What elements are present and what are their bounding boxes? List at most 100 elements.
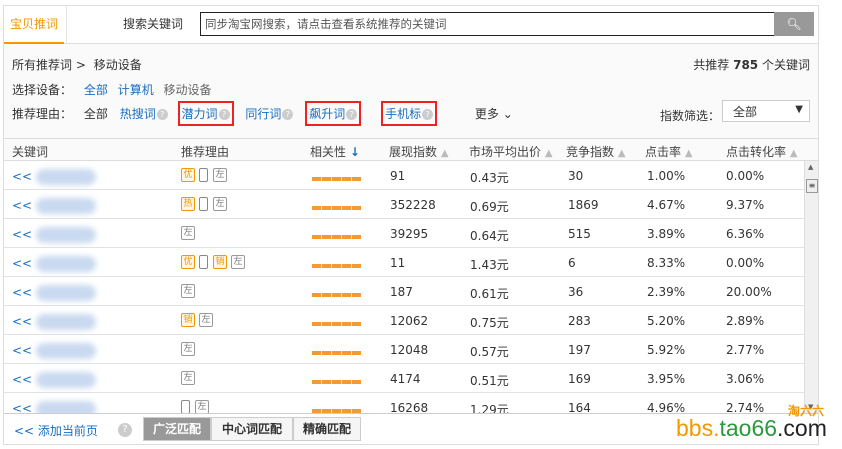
help-icon[interactable]: ? xyxy=(282,109,294,120)
add-keyword-link[interactable]: << xyxy=(12,285,97,301)
center-word-match-button[interactable]: 中心词匹配 xyxy=(211,417,293,441)
scroll-thumb[interactable]: ≡ xyxy=(806,179,818,193)
help-icon[interactable]: ? xyxy=(346,109,358,120)
index-filter-select[interactable]: 全部 ▼ xyxy=(722,100,810,122)
add-keyword-link[interactable]: << xyxy=(12,227,97,243)
help-icon[interactable]: ? xyxy=(156,109,168,120)
col-cvr[interactable]: 点击转化率 ▲ xyxy=(726,143,798,160)
mobile-icon xyxy=(199,196,208,211)
reason-tag: 优 xyxy=(181,254,195,269)
add-keyword-link[interactable]: << xyxy=(12,343,97,359)
keyword-blurred xyxy=(36,372,97,388)
competition-value: 6 xyxy=(568,256,576,270)
scroll-up-icon[interactable]: ▲ xyxy=(808,163,813,171)
tab-item-recommend[interactable]: 宝贝推词 xyxy=(4,6,64,44)
col-label: 竞争指数 xyxy=(566,145,615,159)
add-keyword-link[interactable]: << xyxy=(12,198,97,214)
reason-tags: 优 销左 xyxy=(181,254,249,269)
breadcrumb-root[interactable]: 所有推荐词 > xyxy=(12,58,86,72)
price-value: 1.29元 xyxy=(470,403,509,413)
price-value: 0.69元 xyxy=(470,200,509,214)
price-value: 0.57元 xyxy=(470,345,509,359)
add-keyword-link[interactable]: << xyxy=(12,256,97,272)
cvr-value: 2.74% xyxy=(726,401,765,413)
col-exposure[interactable]: 展现指数 ▲ xyxy=(389,143,449,160)
search-input[interactable]: 同步淘宝网搜索，请点击查看系统推荐的关键词 xyxy=(200,12,775,36)
search-button[interactable]: 🔍︎ xyxy=(774,12,814,36)
device-computer[interactable]: 计算机 xyxy=(118,83,154,97)
competition-value: 197 xyxy=(568,343,591,357)
col-label: 相关性 xyxy=(310,145,347,159)
filter-area: 所有推荐词 > 移动设备 共推荐 785 个关键词 选择设备： 全部 计算机 移… xyxy=(4,44,818,138)
reason-tag: 左 xyxy=(231,254,245,269)
tab-search-keywords[interactable]: 搜索关键词 xyxy=(66,6,192,44)
reason-tag: 左 xyxy=(199,312,213,327)
add-keyword-link[interactable]: << xyxy=(12,169,97,185)
price-value: 0.61元 xyxy=(470,287,509,301)
breadcrumb: 所有推荐词 > 移动设备 xyxy=(12,56,142,73)
exposure-value: 91 xyxy=(390,169,406,183)
add-keyword-link[interactable]: << xyxy=(12,314,97,330)
ctr-value: 2.39% xyxy=(647,285,686,299)
reason-tag: 销 xyxy=(213,254,227,269)
sort-up-icon: ▲ xyxy=(789,148,798,159)
price-value: 0.75元 xyxy=(470,316,509,330)
reason-hot[interactable]: 热搜词 xyxy=(120,107,156,121)
reason-tag: 左 xyxy=(181,370,195,385)
col-competition[interactable]: 竞争指数 ▲ xyxy=(566,143,626,160)
col-price[interactable]: 市场平均出价 ▲ xyxy=(469,143,553,160)
add-arrow: << xyxy=(12,285,33,300)
price-value: 0.51元 xyxy=(470,374,509,388)
sort-up-icon: ▲ xyxy=(617,148,626,159)
col-relevance[interactable]: 相关性 ↓ xyxy=(310,143,360,160)
device-mobile[interactable]: 移动设备 xyxy=(164,83,212,97)
add-keyword-link[interactable]: << xyxy=(12,372,97,388)
reason-tag: 左 xyxy=(195,399,209,413)
reason-mobile[interactable]: 手机标 xyxy=(385,107,421,121)
table-row: << 热左 352228 0.69元 1869 4.67% 9.37% xyxy=(4,190,804,219)
reason-peer[interactable]: 同行词 xyxy=(245,107,281,121)
more-button[interactable]: 更多 ⌄ xyxy=(475,107,513,121)
col-reason: 推荐理由 xyxy=(181,145,230,159)
device-all[interactable]: 全部 xyxy=(84,83,108,97)
keyword-blurred xyxy=(36,343,97,359)
table-row: << 优左 91 0.43元 30 1.00% 0.00% xyxy=(4,161,804,190)
watermark: bbs.tao66.com xyxy=(676,415,827,442)
keyword-blurred xyxy=(36,314,97,330)
ctr-value: 8.33% xyxy=(647,256,686,270)
reason-rising[interactable]: 飙升词 xyxy=(309,107,345,121)
col-label: 市场平均出价 xyxy=(469,145,542,159)
keyword-blurred xyxy=(36,227,97,243)
reason-tags: 左 xyxy=(181,370,199,385)
breadcrumb-current: 移动设备 xyxy=(93,58,142,72)
reason-potential[interactable]: 潜力词 xyxy=(182,107,218,121)
col-ctr[interactable]: 点击率 ▲ xyxy=(645,143,693,160)
price-value: 1.43元 xyxy=(470,258,509,272)
add-arrow: << xyxy=(12,372,33,387)
device-label: 选择设备： xyxy=(12,83,73,97)
reason-tags: 热左 xyxy=(181,196,231,211)
add-current-page-link[interactable]: << 添加当前页 xyxy=(14,422,98,439)
col-label: 点击率 xyxy=(645,145,682,159)
exposure-value: 12062 xyxy=(390,314,429,328)
reason-all[interactable]: 全部 xyxy=(84,107,108,121)
add-keyword-link[interactable]: << xyxy=(12,401,97,413)
add-arrow: << xyxy=(12,314,33,329)
tab-bar: 宝贝推词 搜索关键词 同步淘宝网搜索，请点击查看系统推荐的关键词 🔍︎ xyxy=(4,6,818,44)
relevance-bar xyxy=(312,171,361,185)
price-value: 0.43元 xyxy=(470,171,509,185)
help-icon[interactable]: ? xyxy=(218,109,230,120)
help-icon[interactable]: ? xyxy=(422,109,434,120)
cvr-value: 9.37% xyxy=(726,198,765,212)
exact-match-button[interactable]: 精确匹配 xyxy=(293,417,361,441)
help-icon[interactable]: ? xyxy=(118,423,132,437)
table-header: 关键词 推荐理由 相关性 ↓ 展现指数 ▲ 市场平均出价 ▲ 竞争指数 ▲ 点击… xyxy=(4,138,818,161)
tab-label: 搜索关键词 xyxy=(123,17,184,31)
exposure-value: 187 xyxy=(390,285,413,299)
select-value: 全部 xyxy=(733,105,758,119)
ctr-value: 4.96% xyxy=(647,401,686,413)
broad-match-button[interactable]: 广泛匹配 xyxy=(143,417,211,441)
cvr-value: 6.36% xyxy=(726,227,765,241)
reason-filter: 推荐理由： 全部 热搜词? 潜力词? 同行词? 飙升词? 手机标? 更多 ⌄ xyxy=(12,101,513,126)
scrollbar[interactable]: ▲ ≡ ▼ xyxy=(804,161,818,413)
